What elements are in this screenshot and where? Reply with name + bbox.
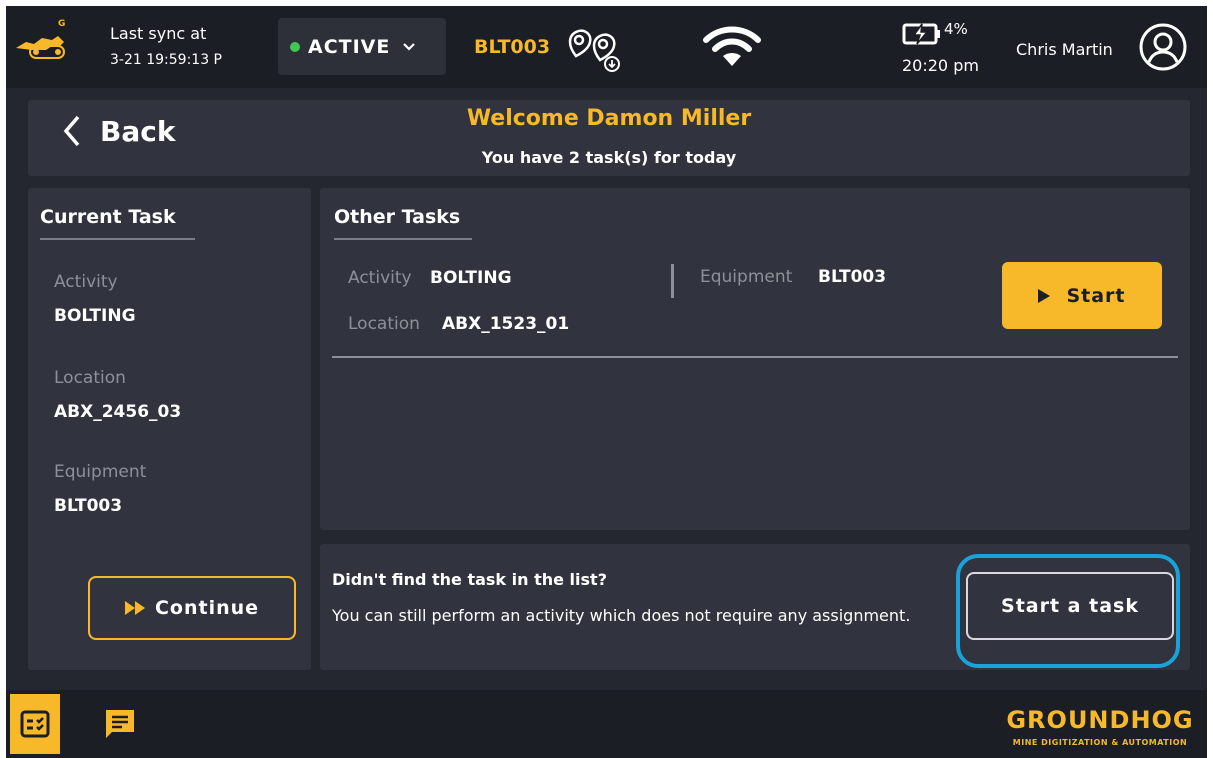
clock: 20:20 pm bbox=[902, 56, 979, 75]
battery-charging-icon bbox=[902, 23, 940, 45]
sync-label: Last sync at bbox=[110, 24, 207, 43]
start-button[interactable]: Start bbox=[1002, 262, 1162, 329]
brand-tagline: MINE DIGITIZATION & AUTOMATION bbox=[1012, 738, 1188, 747]
equipment-id: BLT003 bbox=[474, 36, 551, 58]
continue-label: Continue bbox=[154, 597, 260, 619]
column-separator bbox=[671, 264, 674, 298]
svg-text:G: G bbox=[58, 19, 65, 29]
current-task-panel: Current Task Activity BOLTING Location A… bbox=[28, 188, 311, 670]
unassigned-description: You can still perform an activity which … bbox=[332, 606, 911, 625]
battery-percentage: 4% bbox=[944, 20, 968, 38]
play-icon bbox=[1038, 288, 1051, 303]
welcome-title: Welcome Damon Miller bbox=[466, 106, 752, 131]
location-label: Location bbox=[54, 368, 126, 388]
machine-logo-icon: G bbox=[16, 19, 65, 59]
equipment-label: Equipment bbox=[54, 462, 147, 482]
wifi-icon bbox=[703, 26, 761, 66]
current-task-title: Current Task bbox=[40, 206, 176, 228]
app-frame: G Last sync at 3-21 19:59:13 P ACTIVE BL… bbox=[6, 6, 1207, 758]
user-avatar-icon[interactable] bbox=[1138, 22, 1188, 72]
user-name[interactable]: Chris Martin bbox=[1016, 40, 1113, 59]
status-dot bbox=[290, 41, 300, 52]
equipment-value: BLT003 bbox=[818, 267, 887, 287]
other-tasks-panel: Other Tasks Activity BOLTING Equipment B… bbox=[320, 188, 1190, 530]
start-a-task-label: Start a task bbox=[1001, 595, 1139, 617]
other-tasks-title: Other Tasks bbox=[334, 206, 461, 228]
task-count-subtitle: You have 2 task(s) for today bbox=[481, 148, 737, 167]
bottom-nav-bar: GROUNDHOG MINE DIGITIZATION & AUTOMATION bbox=[6, 690, 1207, 758]
sync-time: 3-21 19:59:13 P bbox=[110, 52, 222, 68]
status-label: ACTIVE bbox=[308, 35, 391, 58]
fast-forward-icon bbox=[124, 601, 145, 615]
welcome-header: Back Welcome Damon Miller You have 2 tas… bbox=[28, 100, 1190, 176]
start-a-task-button[interactable]: Start a task bbox=[966, 572, 1174, 640]
equipment-label: Equipment bbox=[700, 267, 793, 287]
top-status-bar: G Last sync at 3-21 19:59:13 P ACTIVE BL… bbox=[6, 6, 1207, 88]
title-underline bbox=[40, 238, 195, 240]
activity-label: Activity bbox=[348, 268, 412, 288]
location-pins-icon[interactable] bbox=[562, 22, 626, 74]
location-value: ABX_2456_03 bbox=[54, 402, 182, 422]
unassigned-task-panel: Didn't find the task in the list? You ca… bbox=[320, 544, 1190, 670]
task-list-icon bbox=[20, 710, 50, 738]
title-underline bbox=[334, 238, 472, 240]
equipment-value: BLT003 bbox=[54, 496, 123, 516]
last-sync: Last sync at 3-21 19:59:13 P bbox=[110, 20, 222, 74]
row-divider bbox=[332, 356, 1178, 358]
start-label: Start bbox=[1066, 284, 1126, 307]
chat-icon[interactable] bbox=[102, 706, 138, 742]
chevron-down-icon bbox=[403, 42, 416, 51]
brand-logo-text: GROUNDHOG bbox=[1006, 706, 1194, 734]
status-dropdown[interactable]: ACTIVE bbox=[278, 18, 446, 75]
location-label: Location bbox=[348, 314, 420, 334]
nav-tasks-button[interactable] bbox=[10, 694, 60, 754]
unassigned-question: Didn't find the task in the list? bbox=[332, 570, 607, 589]
activity-value: BOLTING bbox=[430, 268, 512, 288]
continue-button[interactable]: Continue bbox=[88, 576, 296, 640]
activity-label: Activity bbox=[54, 272, 118, 292]
location-value: ABX_1523_01 bbox=[442, 314, 570, 334]
activity-value: BOLTING bbox=[54, 306, 136, 326]
